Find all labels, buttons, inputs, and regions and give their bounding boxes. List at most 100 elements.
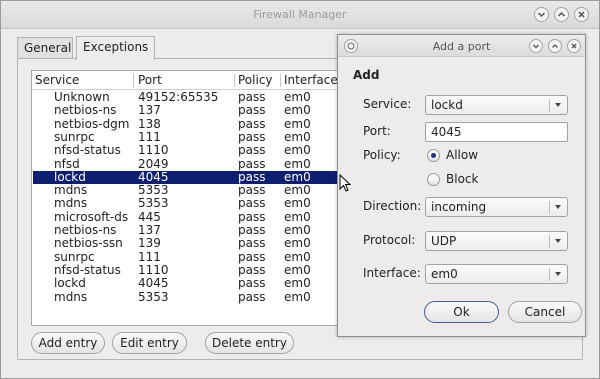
- exceptions-list[interactable]: Service Port Policy Interface Unknown 491…: [31, 70, 353, 326]
- cell-policy: pass: [238, 90, 266, 104]
- service-combobox[interactable]: lockd: [425, 95, 568, 115]
- cell-service: mdns: [54, 183, 88, 198]
- cell-service: sunrpc: [54, 249, 95, 264]
- policy-allow-radio[interactable]: [427, 149, 440, 162]
- cell-port: 4045: [138, 276, 169, 291]
- delete-entry-button[interactable]: Delete entry: [205, 332, 294, 354]
- tab-exceptions[interactable]: Exceptions: [76, 36, 155, 60]
- window-title: Firewall Manager: [253, 8, 347, 21]
- table-row[interactable]: netbios-ssn 139 pass em0: [33, 236, 352, 251]
- column-header-service[interactable]: Service: [35, 73, 79, 87]
- dialog-heading: Add: [353, 68, 380, 82]
- table-row[interactable]: sunrpc 111 pass em0: [33, 129, 352, 144]
- minimize-button[interactable]: [534, 7, 549, 22]
- cell-service: netbios-dgm: [54, 116, 130, 131]
- cell-interface: em0: [284, 143, 311, 158]
- cell-interface: em0: [284, 196, 311, 211]
- cell-policy: pass: [238, 116, 266, 131]
- protocol-combobox[interactable]: UDP: [425, 231, 568, 251]
- cell-policy: pass: [238, 223, 266, 237]
- dialog-close-button[interactable]: [567, 39, 581, 53]
- policy-block-radio[interactable]: [427, 173, 440, 186]
- cell-interface: em0: [284, 236, 311, 251]
- cell-policy: pass: [238, 262, 266, 277]
- list-header: Service Port Policy Interface: [32, 71, 352, 90]
- table-row[interactable]: netbios-ns 137 pass em0: [33, 223, 352, 237]
- combo-separator: [549, 99, 550, 112]
- dropdown-arrow-icon: [555, 239, 561, 243]
- table-row[interactable]: lockd 4045 pass em0: [33, 169, 352, 185]
- column-header-interface[interactable]: Interface: [284, 73, 338, 87]
- direction-combobox[interactable]: incoming: [425, 197, 568, 217]
- cell-service: nfsd-status: [54, 262, 121, 277]
- cell-port: 49152:65535: [138, 90, 219, 104]
- cell-service: netbios-ssn: [54, 236, 123, 251]
- dropdown-arrow-icon: [555, 103, 561, 107]
- table-row[interactable]: lockd 4045 pass em0: [33, 276, 352, 291]
- policy-block-label[interactable]: Block: [446, 172, 478, 186]
- cell-policy: pass: [238, 249, 266, 264]
- dialog-maximize-button[interactable]: [548, 39, 562, 53]
- tab-general[interactable]: General: [17, 37, 73, 59]
- table-row[interactable]: mdns 5353 pass em0: [33, 183, 352, 198]
- port-input[interactable]: 4045: [425, 122, 568, 142]
- cell-port: 111: [138, 249, 161, 264]
- add-entry-button[interactable]: Add entry: [31, 332, 105, 354]
- interface-value: em0: [431, 267, 458, 281]
- cell-service: lockd: [54, 276, 86, 291]
- table-row[interactable]: Unknown 49152:65535 pass em0: [33, 90, 352, 104]
- cell-interface: em0: [284, 90, 311, 104]
- window-titlebar[interactable]: Firewall Manager: [1, 1, 599, 29]
- protocol-label: Protocol:: [363, 233, 416, 247]
- table-row[interactable]: sunrpc 111 pass em0: [33, 249, 352, 264]
- table-row[interactable]: nfsd 2049 pass em0: [33, 156, 352, 171]
- ok-button[interactable]: Ok: [424, 301, 499, 323]
- combo-separator: [549, 268, 550, 281]
- table-row[interactable]: netbios-ns 137 pass em0: [33, 103, 352, 118]
- cell-service: microsoft-ds: [54, 209, 129, 224]
- close-icon: [571, 43, 577, 49]
- service-label: Service:: [363, 97, 412, 111]
- cell-port: 5353: [138, 196, 169, 211]
- table-row[interactable]: mdns 5353 pass em0: [33, 196, 352, 211]
- chevron-down-icon: [537, 12, 546, 18]
- cell-port: 4045: [138, 169, 169, 184]
- cell-port: 1110: [138, 143, 169, 158]
- cell-interface: em0: [284, 183, 311, 198]
- cell-policy: pass: [238, 143, 266, 158]
- close-button[interactable]: [574, 7, 589, 22]
- cell-interface: em0: [284, 209, 311, 224]
- table-row[interactable]: microsoft-ds 445 pass em0: [33, 209, 352, 224]
- edit-entry-button[interactable]: Edit entry: [112, 332, 187, 354]
- cell-policy: pass: [238, 183, 266, 198]
- dialog-minimize-button[interactable]: [529, 39, 543, 53]
- interface-combobox[interactable]: em0: [425, 264, 568, 284]
- cell-interface: em0: [284, 103, 311, 118]
- cell-port: 5353: [138, 289, 169, 304]
- port-value: 4045: [431, 125, 462, 139]
- cell-port: 1110: [138, 262, 169, 277]
- cell-policy: pass: [238, 236, 266, 251]
- policy-allow-label[interactable]: Allow: [446, 148, 478, 162]
- cell-port: 2049: [138, 156, 169, 171]
- combo-separator: [549, 235, 550, 248]
- maximize-button[interactable]: [554, 7, 569, 22]
- table-row[interactable]: mdns 5353 pass em0: [33, 289, 352, 304]
- protocol-value: UDP: [431, 234, 457, 248]
- cancel-button[interactable]: Cancel: [508, 301, 582, 323]
- port-label: Port:: [363, 124, 391, 138]
- column-separator: [280, 74, 281, 87]
- cell-policy: pass: [238, 129, 266, 144]
- column-header-policy[interactable]: Policy: [238, 73, 273, 87]
- direction-value: incoming: [431, 200, 487, 214]
- chevron-up-icon: [552, 44, 558, 48]
- dialog-titlebar[interactable]: Add a port: [338, 35, 585, 57]
- cell-interface: em0: [284, 249, 311, 264]
- table-row[interactable]: netbios-dgm 138 pass em0: [33, 116, 352, 131]
- cell-service: lockd: [54, 169, 86, 184]
- table-row[interactable]: nfsd-status 1110 pass em0: [33, 143, 352, 158]
- table-row[interactable]: nfsd-status 1110 pass em0: [33, 262, 352, 277]
- cell-service: netbios-ns: [54, 103, 117, 118]
- column-header-port[interactable]: Port: [138, 73, 162, 87]
- column-separator: [234, 74, 235, 87]
